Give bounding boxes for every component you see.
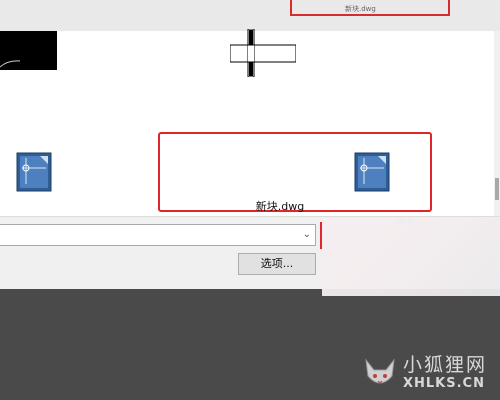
dots-decoration: [398, 210, 422, 225]
file-item[interactable]: [16, 152, 56, 200]
chevron-down-icon[interactable]: ⌄: [303, 229, 311, 240]
watermark: 小狐狸网 XHLKS.CN: [355, 350, 495, 395]
block-preview-cross: [230, 29, 296, 77]
top-strip-text: 新块.dwg: [345, 5, 376, 13]
preview-thumbnail: [0, 31, 57, 70]
file-item-selected[interactable]: [354, 152, 394, 200]
file-type-dropdown[interactable]: ⌄: [0, 224, 316, 246]
scrollbar-thumb[interactable]: [495, 178, 499, 200]
fox-logo-icon: [365, 358, 395, 384]
watermark-en: XHLKS.CN: [403, 376, 485, 391]
blurred-region: [322, 218, 500, 296]
watermark-cn: 小狐狸网: [403, 354, 488, 376]
dwg-file-icon: [16, 152, 52, 192]
file-name-label: 新块.dwg: [255, 200, 305, 213]
options-button[interactable]: 选项...: [238, 253, 316, 275]
dwg-file-icon: [354, 152, 390, 192]
